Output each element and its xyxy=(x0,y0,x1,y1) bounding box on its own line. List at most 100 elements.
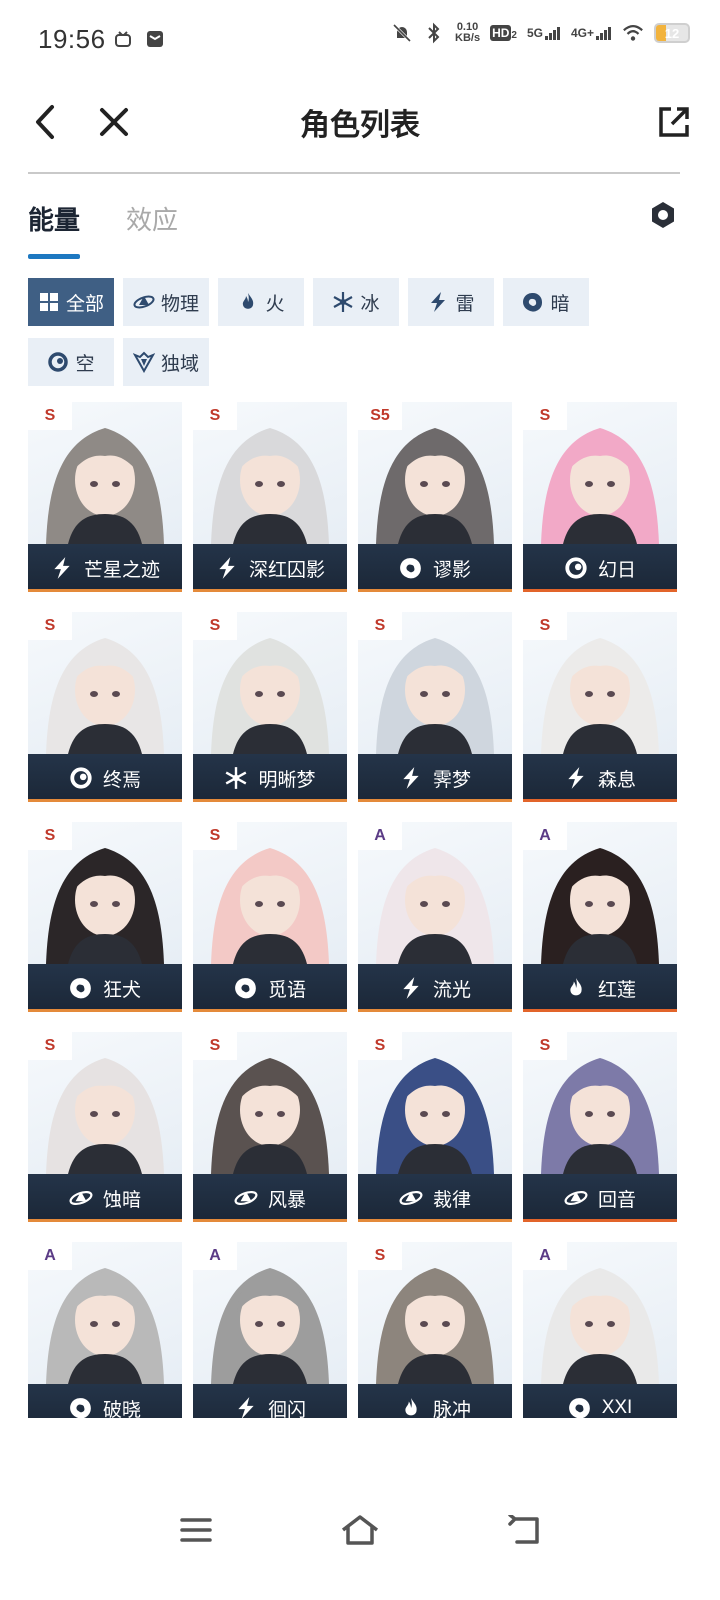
character-name: 终焉 xyxy=(102,769,141,791)
tab-effect[interactable]: 效应 xyxy=(126,200,178,251)
character-grid: S 芒星之迹 S 深红囚影 S5 谬影 S 幻日 S 终焉 S 明晰梦 S 霁梦 S 森息 S 狂犬 S 觅语 A 流光 A… xyxy=(28,402,678,1418)
lightning-icon xyxy=(431,292,446,312)
snowflake-icon xyxy=(226,767,247,789)
filter-fire[interactable]: 火 xyxy=(218,278,304,326)
character-name: 红莲 xyxy=(597,979,636,1001)
card-accent-line xyxy=(358,799,512,802)
character-card[interactable]: S 脉冲 xyxy=(358,1242,512,1418)
lightning-icon xyxy=(403,767,419,789)
hd-badge-sub: 2 xyxy=(511,30,517,41)
app-header: 角色列表 xyxy=(0,80,720,172)
character-name: 破晓 xyxy=(102,1399,141,1419)
character-card[interactable]: S 裁律 xyxy=(358,1032,512,1222)
filter-void[interactable]: 空 xyxy=(28,338,114,386)
character-name: 风暴 xyxy=(267,1189,306,1211)
back-nav-icon xyxy=(508,1515,539,1544)
filter-ice[interactable]: 冰 xyxy=(313,278,399,326)
character-name: 徊闪 xyxy=(267,1399,306,1419)
home-button[interactable] xyxy=(338,1508,382,1552)
character-card[interactable]: S 蚀暗 xyxy=(28,1032,182,1222)
filter-label: 雷 xyxy=(455,293,475,315)
lightning-icon xyxy=(238,1397,254,1418)
wifi-icon xyxy=(622,22,644,44)
fire-icon xyxy=(243,293,254,309)
character-card[interactable]: A XXI xyxy=(523,1242,677,1418)
lightning-icon xyxy=(568,767,584,789)
lightning-icon xyxy=(403,977,419,999)
rank-badge: S xyxy=(193,402,237,430)
filter-unique-domain[interactable]: 独域 xyxy=(123,338,209,386)
character-name-bar: 裁律 xyxy=(358,1174,512,1222)
rank-badge: S5 xyxy=(358,402,402,430)
character-name-bar: 徊闪 xyxy=(193,1384,347,1418)
filter-label: 物理 xyxy=(160,293,199,315)
rank-badge: S xyxy=(28,1032,72,1060)
character-card[interactable]: S 霁梦 xyxy=(358,612,512,802)
character-card[interactable]: S 芒星之迹 xyxy=(28,402,182,592)
character-name-bar: 终焉 xyxy=(28,754,182,802)
character-name-bar: 霁梦 xyxy=(358,754,512,802)
character-name-bar: 深红囚影 xyxy=(193,544,347,592)
rank-badge: S xyxy=(523,402,567,430)
filter-label: 空 xyxy=(75,353,95,375)
character-card[interactable]: S5 谬影 xyxy=(358,402,512,592)
filter-label: 火 xyxy=(265,293,285,315)
character-name: 幻日 xyxy=(597,559,636,581)
battery-level: 12 xyxy=(664,25,680,41)
rank-badge: S xyxy=(358,612,402,640)
filter-dark[interactable]: 暗 xyxy=(503,278,589,326)
rank-badge: S xyxy=(193,612,237,640)
character-card[interactable]: A 徊闪 xyxy=(193,1242,347,1418)
back-nav-button[interactable] xyxy=(502,1508,546,1552)
character-card[interactable]: S 终焉 xyxy=(28,612,182,802)
character-name-bar: 流光 xyxy=(358,964,512,1012)
character-name: 觅语 xyxy=(267,979,306,1001)
physical-icon xyxy=(69,1190,93,1206)
character-card[interactable]: A 红莲 xyxy=(523,822,677,1012)
physical-icon xyxy=(133,295,155,309)
void-ring-icon xyxy=(565,557,587,579)
mute-bell-icon xyxy=(391,22,413,44)
character-card[interactable]: S 狂犬 xyxy=(28,822,182,1012)
character-card[interactable]: S 回音 xyxy=(523,1032,677,1222)
tab-energy[interactable]: 能量 xyxy=(28,200,81,259)
tab-bar: 能量 效应 xyxy=(28,200,178,259)
filter-lightning[interactable]: 雷 xyxy=(408,278,494,326)
character-card[interactable]: S 明晰梦 xyxy=(193,612,347,802)
rank-badge: S xyxy=(28,612,72,640)
character-card[interactable]: S 深红囚影 xyxy=(193,402,347,592)
character-name-bar: 明晰梦 xyxy=(193,754,347,802)
hd-badge-label: HD xyxy=(490,25,512,41)
signal-5g-label: 5G xyxy=(526,26,543,40)
filter-physical[interactable]: 物理 xyxy=(123,278,209,326)
character-name-bar: 破晓 xyxy=(28,1384,182,1418)
character-name: 霁梦 xyxy=(432,769,471,791)
character-card[interactable]: A 破晓 xyxy=(28,1242,182,1418)
character-card[interactable]: S 风暴 xyxy=(193,1032,347,1222)
character-card[interactable]: S 幻日 xyxy=(523,402,677,592)
character-card[interactable]: A 流光 xyxy=(358,822,512,1012)
card-accent-line xyxy=(523,799,677,802)
character-card[interactable]: S 觅语 xyxy=(193,822,347,1012)
filter-label: 全部 xyxy=(65,293,104,315)
filter-all[interactable]: 全部 xyxy=(28,278,114,326)
hexagon-settings-icon xyxy=(652,202,674,228)
share-button[interactable] xyxy=(650,98,698,146)
character-name-bar: 谬影 xyxy=(358,544,512,592)
card-accent-line xyxy=(358,589,512,592)
grid-icon xyxy=(39,293,58,311)
character-name-bar: 红莲 xyxy=(523,964,677,1012)
menu-button[interactable] xyxy=(174,1508,218,1552)
character-name: 明晰梦 xyxy=(258,769,316,791)
rank-badge: S xyxy=(523,1032,567,1060)
character-name: 裁律 xyxy=(432,1189,471,1211)
character-name-bar: 芒星之迹 xyxy=(28,544,182,592)
unique-domain-icon xyxy=(132,351,155,373)
settings-button[interactable] xyxy=(648,200,678,230)
element-filter-bar: 全部 物理 火 冰 雷 暗 空 独域 xyxy=(28,278,678,386)
home-icon xyxy=(341,1515,379,1545)
filter-label: 冰 xyxy=(360,293,380,315)
card-accent-line xyxy=(28,799,182,802)
character-card[interactable]: S 森息 xyxy=(523,612,677,802)
character-name: 流光 xyxy=(432,979,471,1001)
